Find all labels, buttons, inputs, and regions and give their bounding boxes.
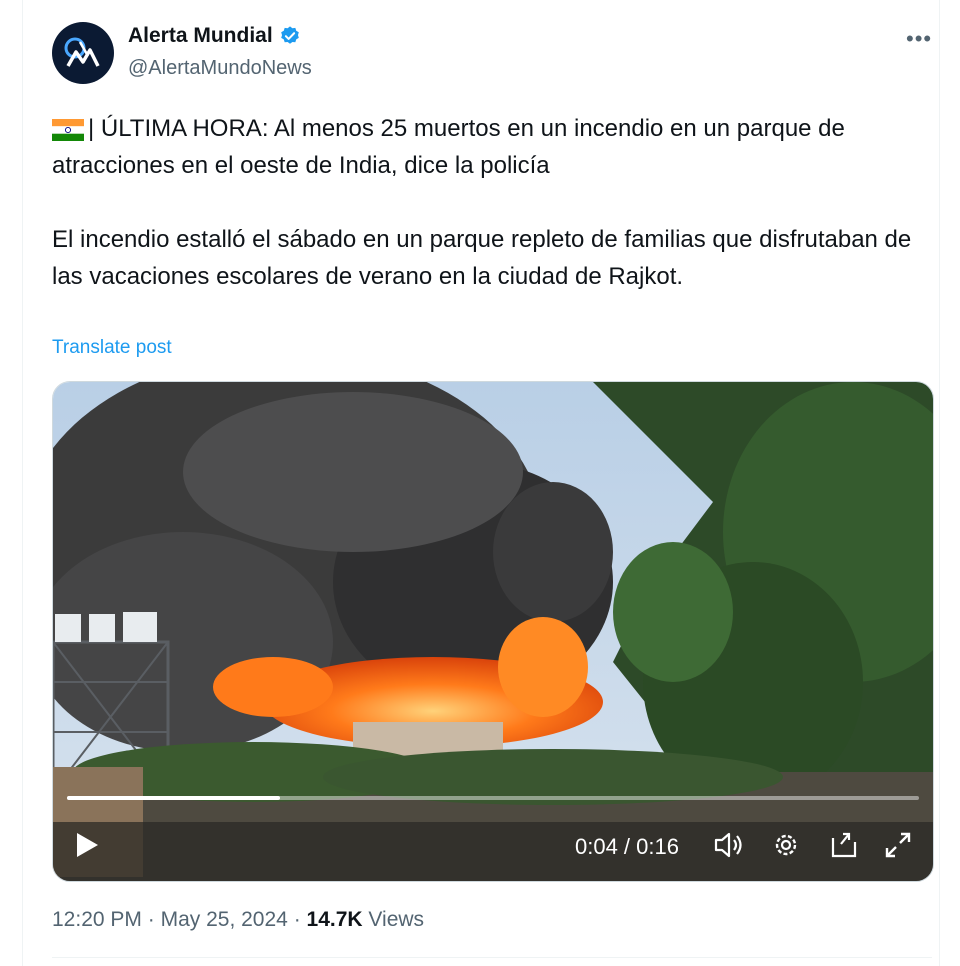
account-handle[interactable]: @AlertaMundoNews — [128, 57, 312, 80]
post-line-1: | ÚLTIMA HORA: Al menos 25 muertos en un… — [52, 115, 845, 179]
post-text: | ÚLTIMA HORA: Al menos 25 muertos en un… — [52, 110, 922, 295]
volume-icon[interactable] — [713, 830, 745, 860]
avatar-logo — [64, 37, 100, 67]
video-progress-bar[interactable] — [67, 796, 919, 800]
post-paragraph-2: El incendio estalló el sábado en un parq… — [52, 226, 912, 290]
views-label: Views — [368, 908, 425, 931]
post-time[interactable]: 12:20 PM — [52, 908, 142, 931]
fullscreen-icon[interactable] — [883, 830, 913, 860]
translate-post-link[interactable]: Translate post — [52, 337, 172, 359]
views-count: 14.7K — [306, 908, 363, 931]
settings-icon[interactable] — [771, 830, 801, 860]
india-flag-icon — [52, 118, 84, 141]
avatar[interactable] — [52, 22, 114, 84]
video-time: 0:04 / 0:16 — [575, 834, 679, 859]
video-controls: 0:04 / 0:16 — [53, 814, 933, 874]
account-name-row[interactable]: Alerta Mundial — [128, 24, 301, 48]
post-meta: 12:20 PM · May 25, 2024 · 14.7K Views — [52, 908, 424, 932]
divider — [52, 957, 932, 958]
video-progress-fill — [67, 796, 280, 800]
post-paragraph-1: | ÚLTIMA HORA: Al menos 25 muertos en un… — [52, 110, 922, 184]
video-frame — [53, 382, 933, 881]
meta-separator: · — [293, 908, 301, 931]
pip-icon[interactable] — [829, 830, 859, 860]
account-name[interactable]: Alerta Mundial — [128, 24, 273, 48]
verified-badge-icon — [280, 26, 299, 44]
meta-separator: · — [147, 908, 155, 931]
post-date[interactable]: May 25, 2024 — [161, 908, 288, 931]
play-icon[interactable] — [75, 832, 99, 858]
video-player[interactable]: 0:04 / 0:16 — [52, 381, 934, 882]
more-icon[interactable]: ••• — [906, 26, 932, 52]
